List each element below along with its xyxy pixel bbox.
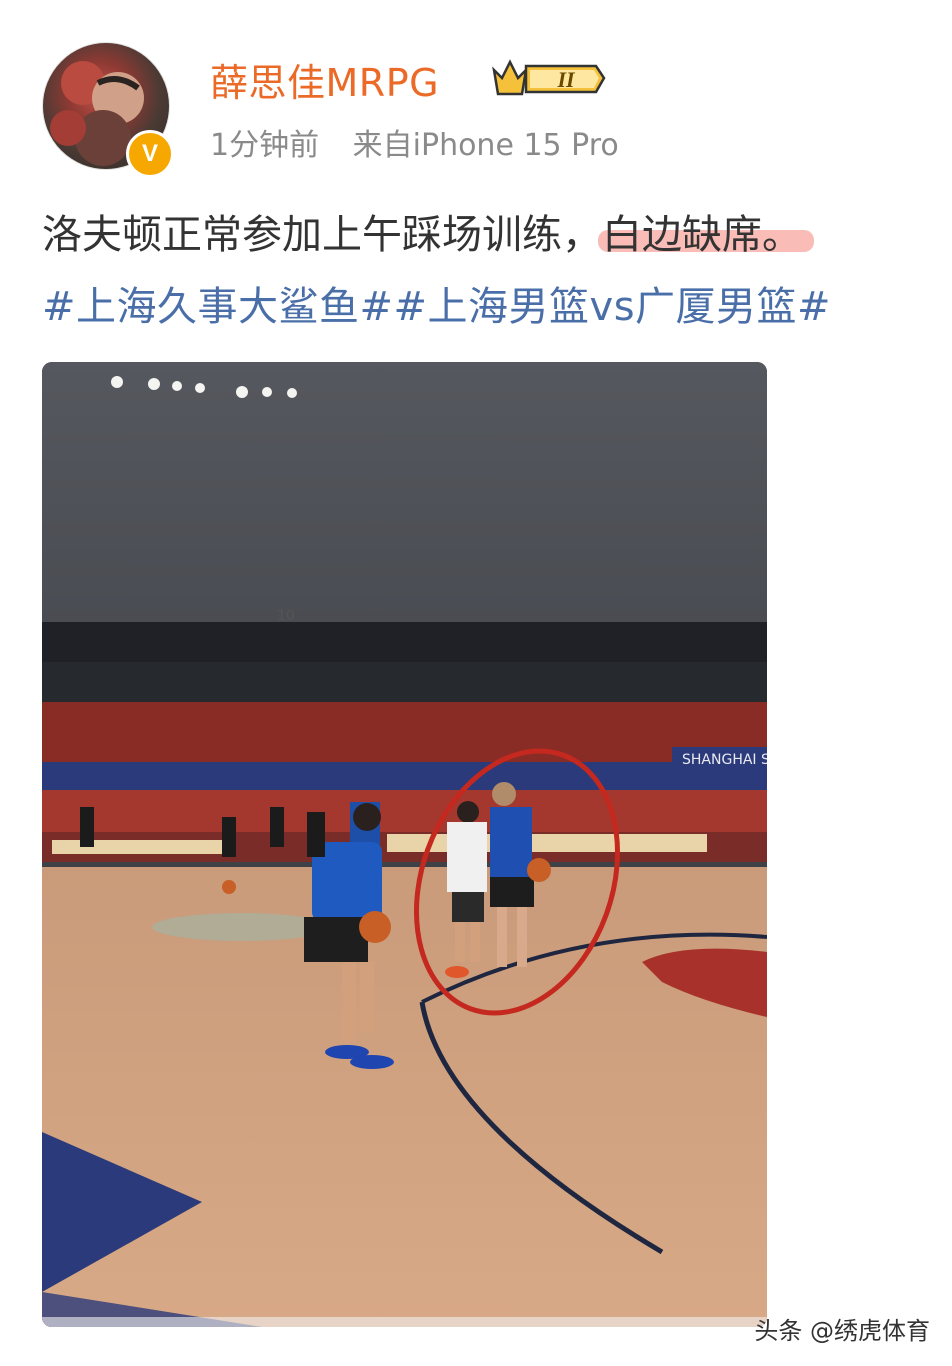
post-photo[interactable]: 10 SHANGHAI SH — [42, 362, 767, 1327]
jersey-number: 10 — [277, 608, 295, 624]
post-source[interactable]: 来自iPhone 15 Pro — [353, 128, 619, 163]
watermark: 头条 @绣虎体育 — [754, 1317, 930, 1345]
post-text-highlight: 白边缺席。 — [602, 212, 802, 258]
basketball-court-photo: 10 SHANGHAI SH — [42, 362, 767, 1327]
topic-link[interactable]: #上海男篮vs广厦男篮# — [394, 284, 832, 330]
post-text-main: 洛夫顿正常参加上午踩场训练， — [42, 212, 602, 258]
verified-icon: V — [126, 130, 174, 178]
post-text: 洛夫顿正常参加上午踩场训练，白边缺席。 — [42, 205, 942, 265]
badge-level: II — [556, 67, 576, 92]
topic-list: #上海久事大鲨鱼##上海男篮vs广厦男篮# — [42, 274, 831, 332]
username[interactable]: 薛思佳MRPG — [210, 52, 439, 107]
crown-level-icon: II — [492, 59, 606, 96]
topic-link[interactable]: #上海久事大鲨鱼# — [42, 284, 394, 330]
banner-text: SHANGHAI SH — [682, 752, 767, 768]
post-meta: 1分钟前 来自iPhone 15 Pro — [210, 120, 643, 164]
post-time: 1分钟前 — [210, 128, 320, 163]
